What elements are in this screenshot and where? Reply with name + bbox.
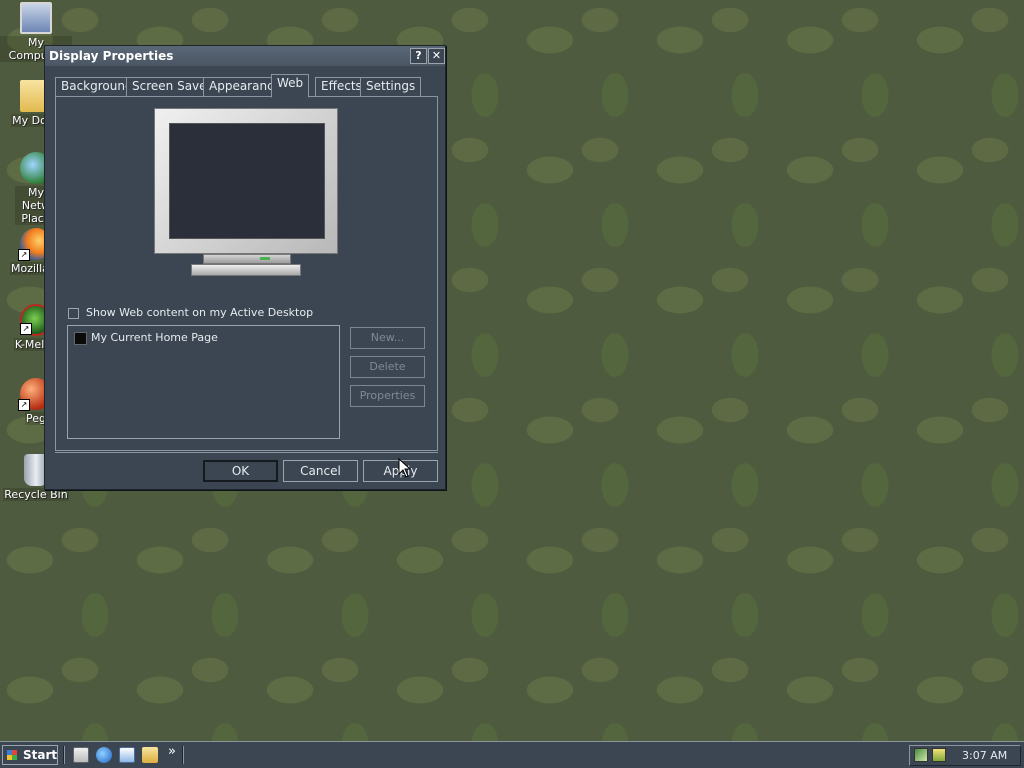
shortcut-arrow-icon: ↗ — [18, 249, 30, 261]
properties-button[interactable]: Properties — [350, 385, 425, 407]
taskbar-separator — [182, 746, 184, 764]
mouse-cursor-icon — [398, 458, 412, 478]
dialog-title: Display Properties — [49, 49, 174, 63]
start-button[interactable]: Start — [2, 745, 58, 765]
show-web-content-checkbox[interactable] — [68, 308, 79, 319]
windows-logo-icon — [7, 750, 17, 760]
list-item-label[interactable]: My Current Home Page — [91, 331, 218, 344]
monitor-preview-icon — [154, 108, 338, 254]
delete-button[interactable]: Delete — [350, 356, 425, 378]
monitor-preview-screen — [169, 123, 325, 239]
new-button[interactable]: New... — [350, 327, 425, 349]
app-tray-icon[interactable] — [932, 748, 946, 762]
web-content-list[interactable]: My Current Home Page — [67, 325, 340, 439]
close-button[interactable]: ✕ — [428, 48, 445, 64]
show-web-content-label[interactable]: Show Web content on my Active Desktop — [86, 306, 313, 319]
network-tray-icon[interactable] — [914, 748, 928, 762]
monitor-power-led — [260, 257, 270, 260]
tab-settings[interactable]: Settings — [360, 77, 422, 96]
ok-button[interactable]: OK — [203, 460, 278, 482]
help-button[interactable]: ? — [410, 48, 427, 64]
computer-icon — [20, 2, 52, 34]
taskbar-separator — [63, 746, 65, 764]
tab-web[interactable]: Web — [271, 74, 310, 98]
show-desktop-icon[interactable] — [73, 747, 89, 763]
shortcut-arrow-icon: ↗ — [20, 323, 32, 335]
clock[interactable]: 3:07 AM — [962, 746, 1007, 766]
taskbar: Start » 3:07 AM — [0, 741, 1024, 768]
start-label: Start — [23, 748, 58, 762]
outlook-express-icon[interactable] — [119, 747, 135, 763]
shortcut-arrow-icon: ↗ — [18, 399, 30, 411]
display-properties-dialog: Display Properties ? ✕ Background Screen… — [44, 45, 446, 490]
cancel-button[interactable]: Cancel — [283, 460, 358, 482]
windows-explorer-icon[interactable] — [142, 747, 158, 763]
monitor-stand-base — [191, 264, 301, 276]
internet-explorer-icon[interactable] — [96, 747, 112, 763]
system-tray: 3:07 AM — [909, 745, 1021, 766]
dialog-titlebar[interactable]: Display Properties ? ✕ — [45, 46, 445, 66]
tab-strip: Background Screen Saver Appearance Web E… — [55, 74, 437, 98]
quicklaunch-chevron[interactable]: » — [168, 744, 176, 759]
button-separator — [55, 452, 438, 453]
monitor-stand-neck — [203, 254, 291, 264]
list-item-checkbox[interactable] — [74, 332, 87, 345]
